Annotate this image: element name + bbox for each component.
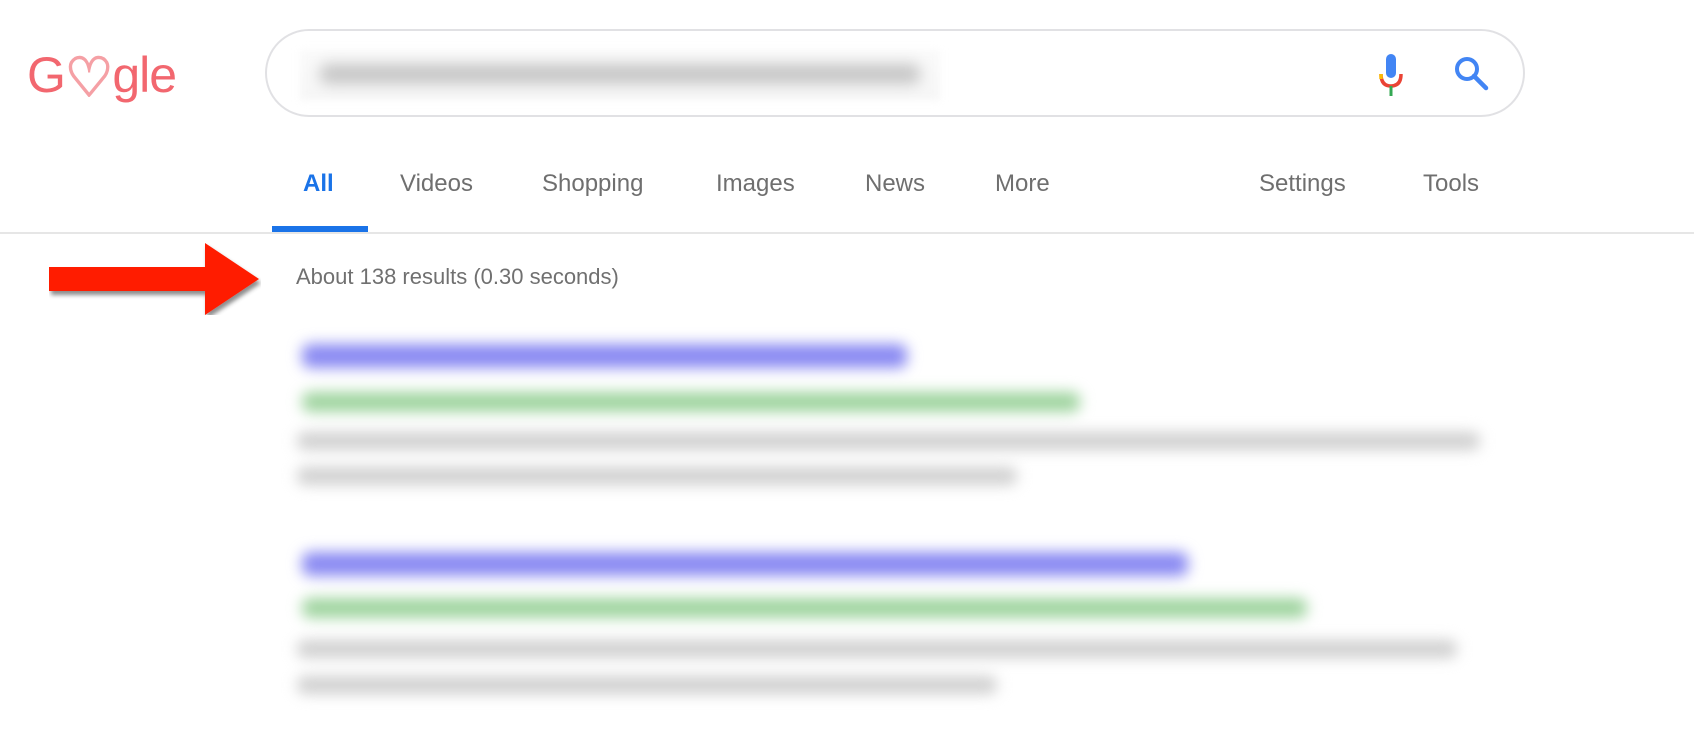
logo-letters: gle <box>112 47 177 103</box>
tools-link[interactable]: Tools <box>1423 170 1479 198</box>
result-url-blurred[interactable] <box>302 598 1307 618</box>
tab-videos[interactable]: Videos <box>400 170 473 198</box>
tab-images[interactable]: Images <box>716 170 795 198</box>
result-title-blurred[interactable] <box>302 552 1188 576</box>
microphone-icon[interactable] <box>1378 52 1404 98</box>
result-url-blurred[interactable] <box>302 392 1080 412</box>
header-divider <box>0 232 1694 234</box>
tab-more[interactable]: More <box>995 170 1050 198</box>
settings-link[interactable]: Settings <box>1259 170 1346 198</box>
result-snippet-blurred <box>297 640 1457 658</box>
tab-all[interactable]: All <box>303 170 334 198</box>
logo-letter: G <box>27 47 66 103</box>
result-title-blurred[interactable] <box>302 344 907 368</box>
google-doodle-logo[interactable]: G♡gle <box>27 42 177 109</box>
result-snippet-blurred <box>297 467 1017 485</box>
red-arrow-icon <box>49 243 259 315</box>
search-input-blurred-query[interactable] <box>300 50 940 100</box>
search-icon[interactable] <box>1452 54 1490 92</box>
result-stats: About 138 results (0.30 seconds) <box>296 264 619 289</box>
tab-shopping[interactable]: Shopping <box>542 170 643 198</box>
heart-icon: ♡ <box>64 47 114 109</box>
result-snippet-blurred <box>297 432 1480 450</box>
tab-news[interactable]: News <box>865 170 925 198</box>
result-snippet-blurred <box>297 676 997 694</box>
